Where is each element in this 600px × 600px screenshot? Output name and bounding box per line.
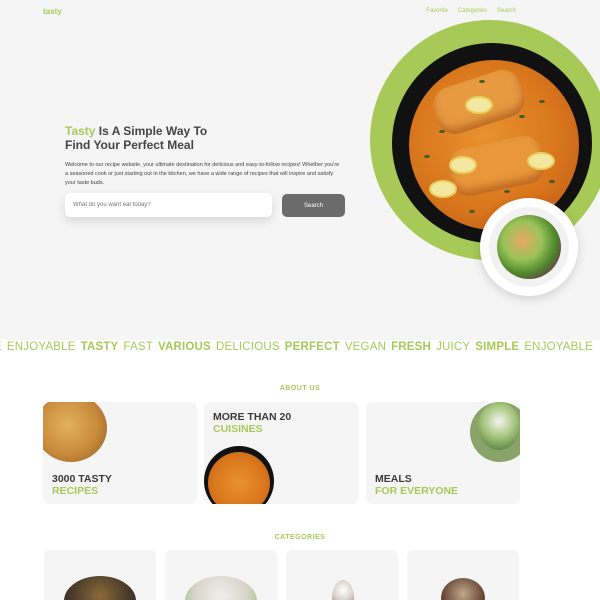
marquee-word: JUICY <box>436 341 471 353</box>
about-section-label: ABOUT US <box>279 385 321 392</box>
nav-item-categories[interactable]: Categories <box>458 8 487 14</box>
search-button[interactable]: Search <box>282 194 345 217</box>
marquee-word: E <box>0 341 2 353</box>
about-card-recipes: 3000 TASTY RECIPES <box>43 402 197 504</box>
marquee-word: VARIOUS <box>157 341 211 353</box>
curry-pan-image <box>204 446 274 504</box>
about-card-line2: RECIPES <box>52 485 99 497</box>
category-card[interactable] <box>407 550 519 600</box>
marquee-word: FAST <box>123 341 153 353</box>
category-dish-image <box>64 576 136 600</box>
hero-title: Tasty Is A Simple Way To Find Your Perfe… <box>65 124 207 152</box>
keyword-marquee: E ENJOYABLE TASTY FAST VARIOUS DELICIOUS PERFE… <box>0 341 594 357</box>
category-dessert-image <box>332 580 354 600</box>
top-header: tasty Favorite Categories Search <box>0 0 600 24</box>
category-dish-image <box>185 576 257 600</box>
marquee-word: FRESH <box>391 341 432 353</box>
hero-section: Tasty Is A Simple Way To Find Your Perfe… <box>0 0 600 340</box>
marquee-word: ENJOYABLE <box>524 341 594 353</box>
main-nav: Favorite Categories Search <box>426 8 516 14</box>
marquee-word: PERFECT <box>284 341 340 353</box>
hero-title-accent: Tasty <box>65 124 96 138</box>
about-card-line2: FOR EVERYONE <box>375 485 459 497</box>
search-input[interactable] <box>65 193 272 217</box>
about-card-line2: CUISINES <box>213 423 263 435</box>
nav-item-favorite[interactable]: Favorite <box>426 8 448 14</box>
marquee-word: DELICIOUS <box>215 341 280 353</box>
site-logo[interactable]: tasty <box>43 7 62 16</box>
marquee-word: VEGAN <box>344 341 387 353</box>
hero-title-line2: Find Your Perfect Meal <box>65 138 194 152</box>
marquee-word: SIMPLE <box>475 341 520 353</box>
salad-image <box>478 402 520 450</box>
category-dish-image <box>441 578 485 600</box>
about-card-cuisines: MORE THAN 20 CUISINES <box>204 402 358 504</box>
about-card-line1: 3000 TASTY <box>52 473 112 485</box>
about-card-meals: MEALS FOR EVERYONE <box>366 402 520 504</box>
marquee-word: TASTY <box>80 341 119 353</box>
category-card[interactable] <box>286 550 398 600</box>
category-card[interactable] <box>44 550 156 600</box>
hero-description: Welcome to our recipe website, your ulti… <box>65 162 340 186</box>
about-card-line1: MEALS <box>375 473 412 485</box>
marquee-word: ENJOYABLE <box>6 341 76 353</box>
pizza-image <box>43 402 107 462</box>
category-card[interactable] <box>165 550 277 600</box>
categories-section-label: CATEGORIES <box>274 534 326 541</box>
about-card-line1: MORE THAN 20 <box>213 411 292 423</box>
salad-bowl-image <box>480 198 578 296</box>
nav-item-search[interactable]: Search <box>497 8 516 14</box>
hero-title-line1: Is A Simple Way To <box>95 124 208 138</box>
